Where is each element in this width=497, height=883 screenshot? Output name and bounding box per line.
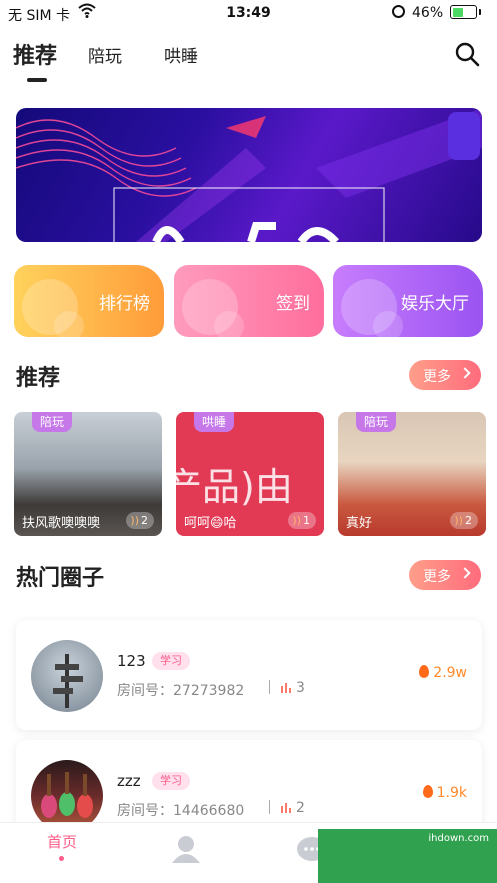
room-card[interactable]: 陪玩 扶风歌噢噢噢 )) 2 (14, 412, 162, 536)
active-dot (59, 856, 64, 861)
watermark: ihdown.com (318, 829, 497, 883)
nav-users-icon[interactable] (168, 833, 204, 865)
orientation-lock-icon (392, 5, 405, 18)
battery-fill (452, 7, 463, 17)
recommend-title: 推荐 (16, 366, 61, 391)
tab-indicator (27, 78, 47, 82)
sound-wave-icon: )) (292, 514, 301, 527)
status-bar: 无 SIM 卡 13:49 46% (0, 0, 497, 26)
divider (269, 800, 270, 814)
search-icon[interactable] (453, 40, 481, 68)
hall-label: 娱乐大厅 (401, 294, 469, 314)
decor-circle (373, 311, 403, 337)
room-cover-text: 产品)由 (176, 465, 293, 509)
heat-value: 2.9w (419, 665, 467, 681)
flame-icon (419, 665, 430, 678)
room-online-count: )) 1 (288, 512, 316, 529)
decor-circle (54, 311, 84, 337)
more-label: 更多 (423, 369, 451, 385)
tab-companion[interactable]: 陪玩 (88, 42, 122, 67)
signpost-image (53, 654, 83, 708)
recommend-more-button[interactable]: 更多 (409, 360, 481, 390)
room-online-count: )) 2 (450, 512, 478, 529)
member-count: 3 (296, 680, 305, 696)
circle-name: 123 (117, 652, 146, 670)
battery-icon (450, 5, 477, 19)
heat-value: 1.9k (422, 785, 467, 801)
nav-home-label: 首页 (47, 833, 78, 851)
nav-home[interactable]: 首页 (37, 823, 87, 883)
circle-card[interactable]: 123 学习 房间号：27273982 3 2.9w (16, 620, 482, 730)
members-icon (281, 803, 291, 813)
chevron-right-icon (459, 367, 471, 379)
sound-wave-icon: )) (454, 514, 463, 527)
members-icon (281, 683, 291, 693)
rank-label: 排行榜 (99, 294, 150, 314)
room-number: 房间号：14466680 (117, 803, 245, 819)
tab-recommend[interactable]: 推荐 (13, 38, 57, 70)
circle-name: zzz (117, 772, 141, 790)
banner-artwork (16, 108, 482, 242)
room-number: 房间号：27273982 (117, 683, 245, 699)
sound-wave-icon: )) (130, 514, 139, 527)
room-name: 呵呵😄哈 (184, 516, 237, 531)
signin-entry[interactable]: 签到 (174, 265, 324, 337)
more-label: 更多 (423, 569, 451, 585)
room-card[interactable]: 产品)由 哄睡 呵呵😄哈 )) 1 (176, 412, 324, 536)
hall-entry[interactable]: 娱乐大厅 (333, 265, 483, 337)
flame-icon (422, 785, 433, 798)
tab-sleep[interactable]: 哄睡 (164, 42, 198, 67)
room-tag: 哄睡 (194, 412, 235, 432)
chevron-right-icon (459, 567, 471, 579)
circle-tag: 学习 (152, 652, 190, 670)
circle-tag: 学习 (152, 772, 190, 790)
room-name: 扶风歌噢噢噢 (22, 516, 101, 531)
signin-label: 签到 (276, 294, 310, 314)
divider (269, 680, 270, 694)
room-online-count: )) 2 (126, 512, 154, 529)
room-tag: 陪玩 (32, 412, 73, 432)
promo-banner[interactable] (16, 108, 482, 242)
avatar (31, 640, 103, 712)
watermark-text: ihdown.com (428, 833, 489, 844)
decor-circle (214, 311, 244, 337)
hot-circles-title: 热门圈子 (16, 566, 105, 591)
room-card[interactable]: 陪玩 真好 )) 2 (338, 412, 486, 536)
room-name: 真好 (346, 516, 373, 531)
battery-tip (479, 9, 481, 15)
hot-circles-more-button[interactable]: 更多 (409, 560, 481, 590)
rank-entry[interactable]: 排行榜 (14, 265, 164, 337)
member-count: 2 (296, 800, 305, 816)
room-tag: 陪玩 (356, 412, 397, 432)
battery-percent: 46% (412, 5, 444, 21)
top-tab-bar: 推荐 陪玩 哄睡 (0, 30, 497, 90)
